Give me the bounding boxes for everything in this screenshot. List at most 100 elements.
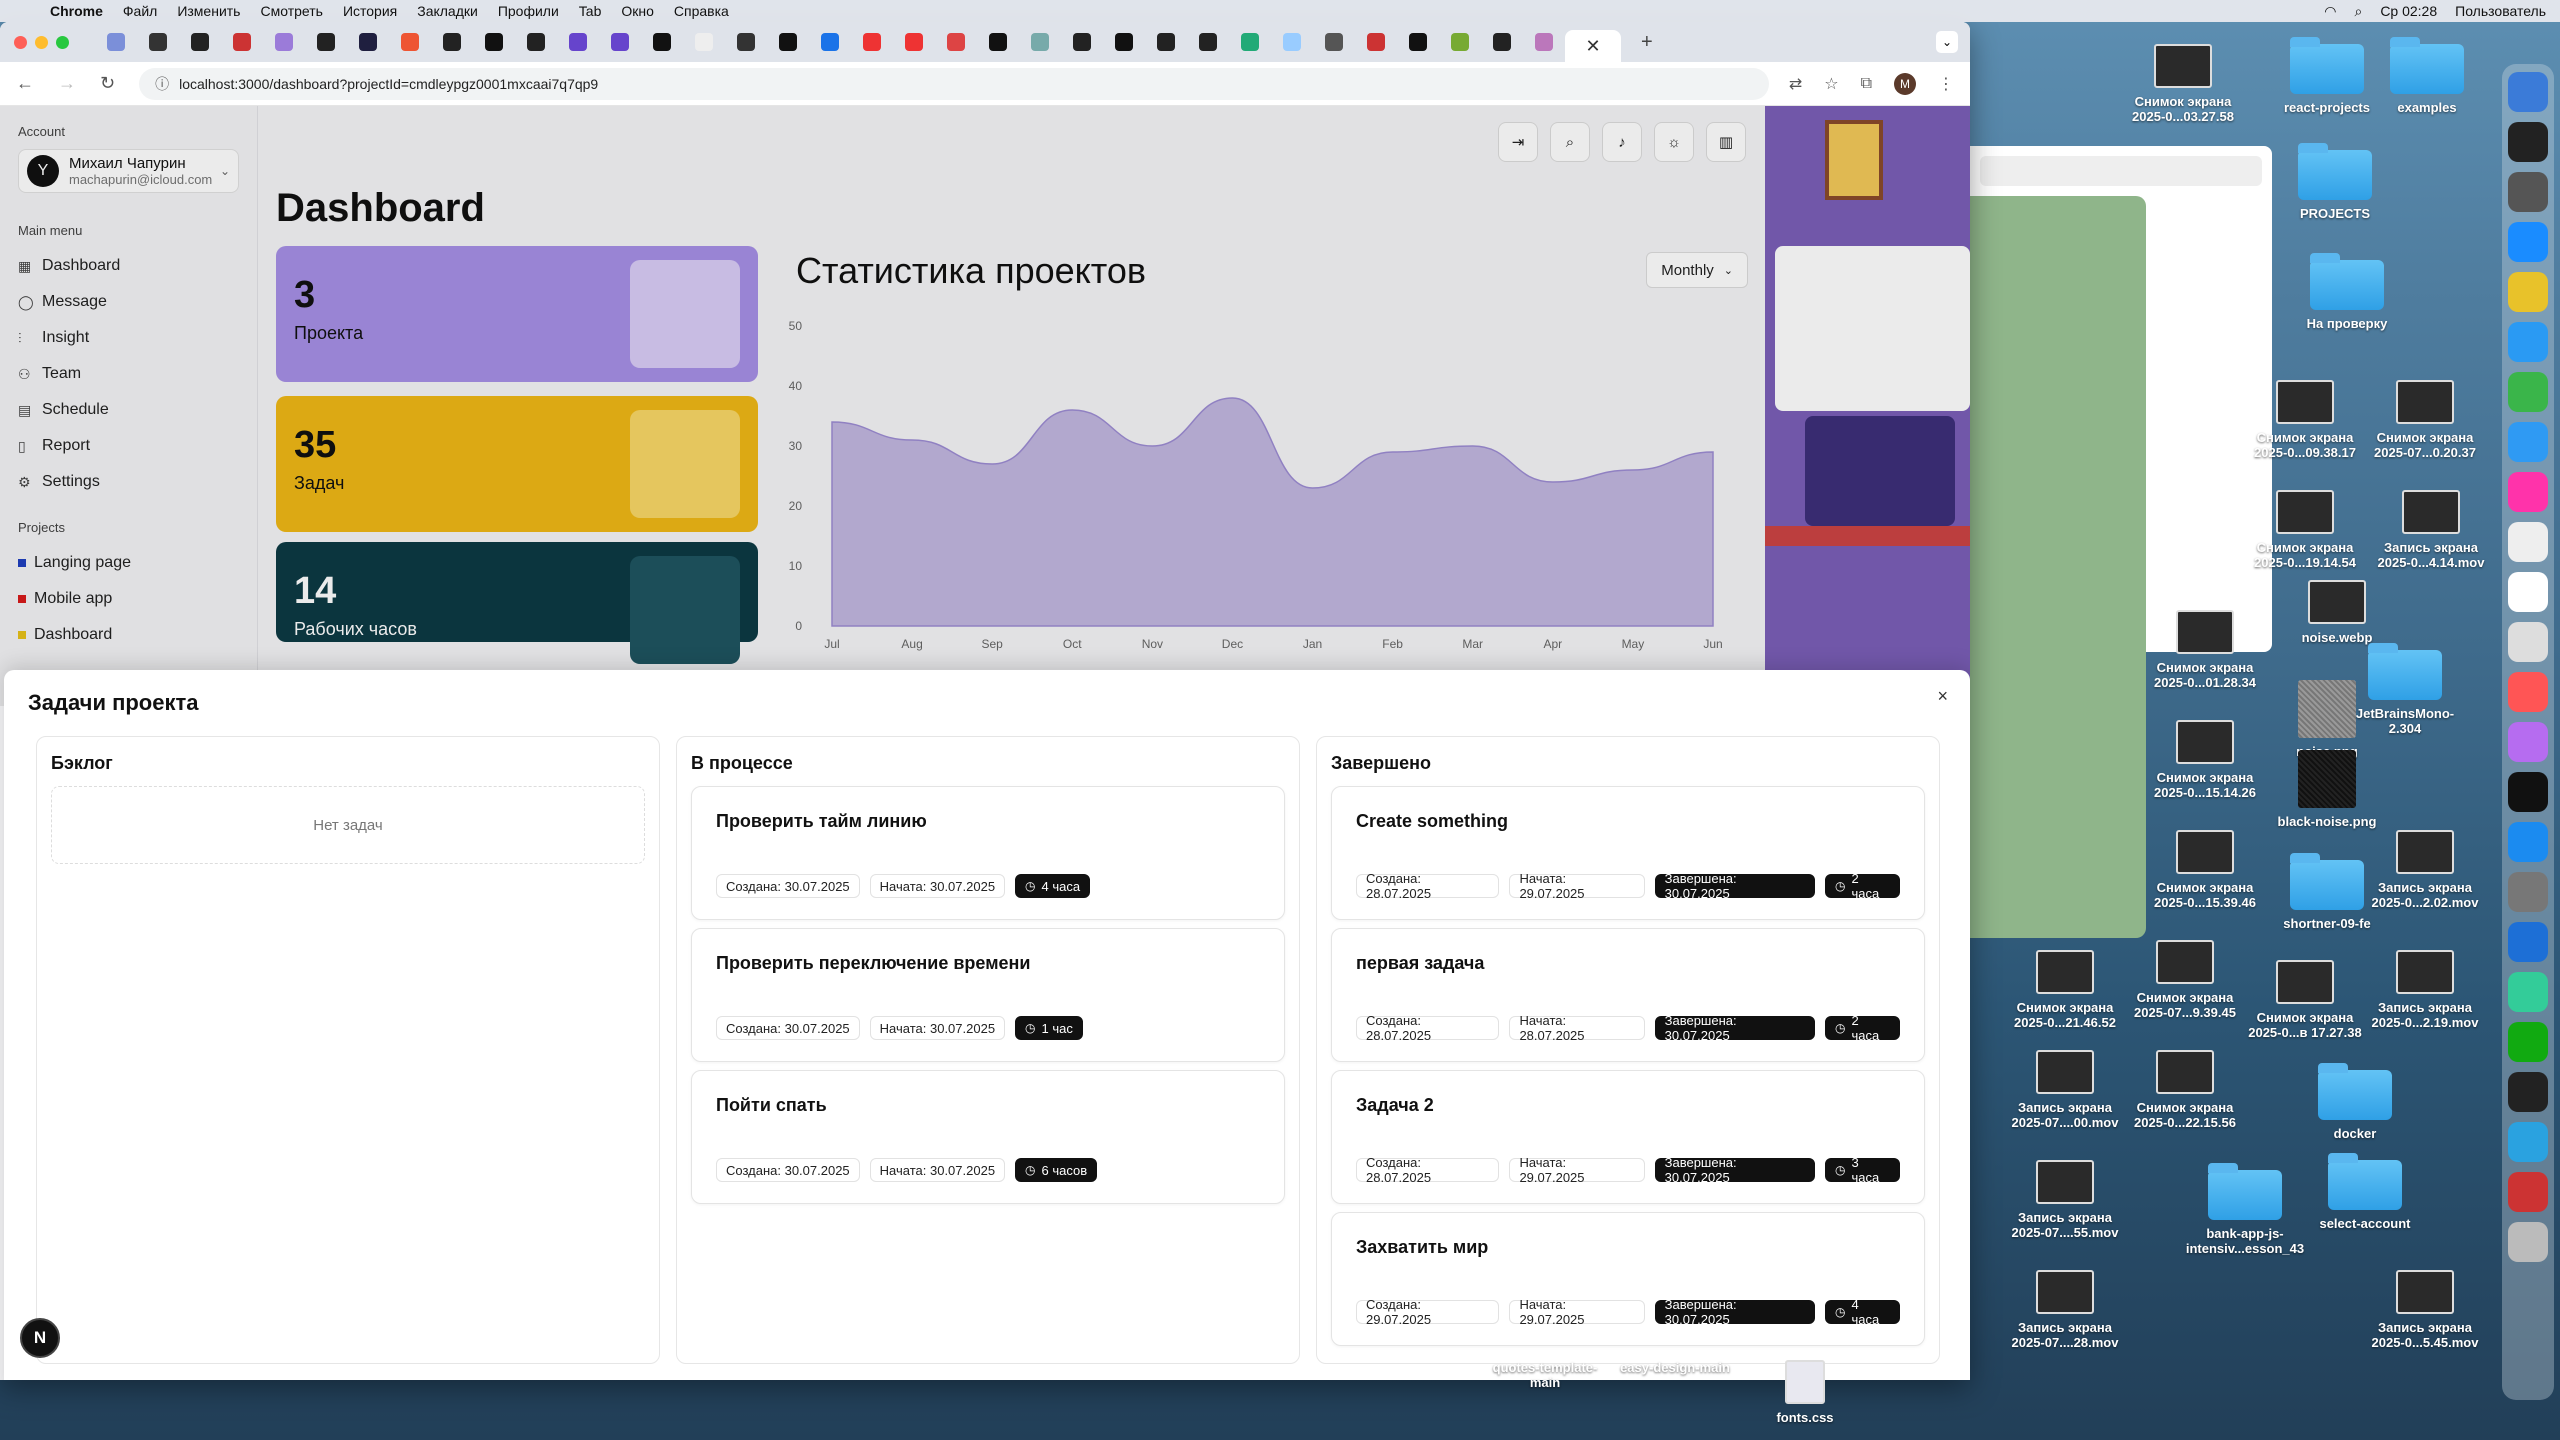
dock-app-icon[interactable] [2508, 472, 2548, 512]
desktop-icon[interactable]: Запись экрана 2025-07....55.mov [2000, 1160, 2130, 1240]
tab-favicon[interactable] [1451, 33, 1469, 51]
back-icon[interactable]: ← [16, 73, 34, 94]
menu-item[interactable]: Изменить [177, 3, 240, 19]
desktop-icon[interactable]: Запись экрана 2025-07....00.mov [2000, 1050, 2130, 1130]
dock-app-icon[interactable] [2508, 372, 2548, 412]
tab-favicon[interactable] [1409, 33, 1427, 51]
tab-favicon[interactable] [863, 33, 881, 51]
close-icon[interactable]: × [1937, 686, 1948, 707]
desktop-icon[interactable]: quotes-template-main [1480, 1360, 1610, 1390]
search-icon[interactable]: ⌕ [2354, 3, 2362, 20]
address-bar[interactable]: ⓘ localhost:3000/dashboard?projectId=cmd… [139, 67, 1769, 100]
tab-favicon[interactable] [191, 33, 209, 51]
close-window-button[interactable] [14, 35, 27, 49]
desktop-icon[interactable]: Снимок экрана 2025-0...09.38.17 [2240, 380, 2370, 460]
dock-app-icon[interactable] [2508, 922, 2548, 962]
desktop-icon[interactable]: Снимок экрана 2025-0...21.46.52 [2000, 950, 2130, 1030]
tab-favicon[interactable] [779, 33, 797, 51]
dock-app-icon[interactable] [2508, 722, 2548, 762]
desktop-icon[interactable]: Снимок экрана 2025-0...19.14.54 [2240, 490, 2370, 570]
tab-favicon[interactable] [821, 33, 839, 51]
site-info-icon[interactable]: ⓘ [155, 74, 169, 94]
menu-item[interactable]: Закладки [417, 3, 478, 19]
tab-favicon[interactable] [485, 33, 503, 51]
desktop-icon[interactable]: black-noise.png [2262, 750, 2392, 829]
task-card[interactable]: первая задача Создана: 28.07.2025 Начата: … [1331, 928, 1925, 1062]
desktop-icon[interactable]: На проверку [2282, 253, 2412, 331]
desktop-icon[interactable]: Снимок экрана 2025-0...15.14.26 [2140, 720, 2270, 800]
dock-app-icon[interactable] [2508, 772, 2548, 812]
nextjs-badge[interactable]: N [20, 1318, 60, 1358]
desktop-icon[interactable]: Запись экрана 2025-0...2.19.mov [2360, 950, 2490, 1030]
tab-favicon[interactable] [1283, 33, 1301, 51]
translate-icon[interactable]: ⇄ [1789, 74, 1802, 94]
menu-item[interactable]: Справка [674, 3, 729, 19]
active-tab[interactable]: ✕ [1565, 30, 1621, 62]
tab-favicon[interactable] [107, 33, 125, 51]
tab-favicon[interactable] [611, 33, 629, 51]
dock-app-icon[interactable] [2508, 972, 2548, 1012]
tab-favicon[interactable] [1535, 33, 1553, 51]
dock-app-icon[interactable] [2508, 622, 2548, 662]
dock-app-icon[interactable] [2508, 1122, 2548, 1162]
dock-app-icon[interactable] [2508, 1072, 2548, 1112]
tab-favicon[interactable] [359, 33, 377, 51]
menu-app-name[interactable]: Chrome [50, 3, 103, 19]
dock-app-icon[interactable] [2508, 672, 2548, 712]
tab-favicon[interactable] [569, 33, 587, 51]
desktop-icon[interactable]: Снимок экрана 2025-0...15.39.46 [2140, 830, 2270, 910]
desktop-icon[interactable]: PROJECTS [2270, 143, 2400, 221]
menu-item[interactable]: Окно [621, 3, 654, 19]
menubar-user[interactable]: Пользователь [2455, 3, 2546, 19]
desktop-icon[interactable]: Запись экрана 2025-0...2.02.mov [2360, 830, 2490, 910]
desktop-icon[interactable]: bank-app-js-intensiv...esson_43 [2180, 1163, 2310, 1256]
tab-favicon[interactable] [1031, 33, 1049, 51]
task-card[interactable]: Захватить мир Создана: 29.07.2025 Начата: … [1331, 1212, 1925, 1346]
tab-favicon[interactable] [233, 33, 251, 51]
reload-icon[interactable]: ↻ [100, 73, 115, 94]
tab-favicon[interactable] [989, 33, 1007, 51]
tab-favicon[interactable] [947, 33, 965, 51]
tab-favicon[interactable] [695, 33, 713, 51]
dock-app-icon[interactable] [2508, 172, 2548, 212]
close-tab-icon[interactable]: ✕ [1585, 36, 1600, 57]
finder-search[interactable] [1980, 156, 2262, 186]
dock-app-icon[interactable] [2508, 422, 2548, 462]
desktop-icon[interactable]: Снимок экрана 2025-07...9.39.45 [2120, 940, 2250, 1020]
profile-avatar[interactable]: M [1894, 72, 1916, 95]
new-tab-button[interactable]: + [1641, 31, 1653, 54]
dock-app-icon[interactable] [2508, 1172, 2548, 1212]
tab-favicon[interactable] [275, 33, 293, 51]
dock-app-icon[interactable] [2508, 572, 2548, 612]
dock-app-icon[interactable] [2508, 1222, 2548, 1262]
dock-app-icon[interactable] [2508, 522, 2548, 562]
desktop-icon[interactable]: Снимок экрана 2025-0...01.28.34 [2140, 610, 2270, 690]
tab-favicon[interactable] [1493, 33, 1511, 51]
tab-favicon[interactable] [1157, 33, 1175, 51]
desktop-icon[interactable]: Запись экрана 2025-0...5.45.mov [2360, 1270, 2490, 1350]
zoom-window-button[interactable] [56, 35, 69, 49]
desktop-icon[interactable]: Запись экрана 2025-0...4.14.mov [2366, 490, 2496, 570]
desktop-icon[interactable]: easy-design-main [1610, 1360, 1740, 1375]
menu-item[interactable]: История [343, 3, 397, 19]
task-card[interactable]: Create something Создана: 28.07.2025 Начат… [1331, 786, 1925, 920]
menu-item[interactable]: Профили [498, 3, 559, 19]
task-card[interactable]: Проверить тайм линию Создана: 30.07.2025 Н… [691, 786, 1285, 920]
desktop-icon[interactable]: examples [2362, 37, 2492, 115]
menu-item[interactable]: Tab [579, 3, 602, 19]
dock-app-icon[interactable] [2508, 272, 2548, 312]
tab-favicon[interactable] [443, 33, 461, 51]
dock-app-icon[interactable] [2508, 222, 2548, 262]
desktop-icon[interactable]: Снимок экрана 2025-0...22.15.56 [2120, 1050, 2250, 1130]
tab-favicon[interactable] [1073, 33, 1091, 51]
tab-favicon[interactable] [653, 33, 671, 51]
dock-app-icon[interactable] [2508, 822, 2548, 862]
task-card[interactable]: Пойти спать Создана: 30.07.2025 Начата: 30… [691, 1070, 1285, 1204]
desktop-icon[interactable]: Снимок экрана 2025-0...в 17.27.38 [2240, 960, 2370, 1040]
desktop-icon[interactable]: docker [2290, 1063, 2420, 1141]
minimize-window-button[interactable] [35, 35, 48, 49]
desktop-icon[interactable]: Снимок экрана 2025-07...0.20.37 [2360, 380, 2490, 460]
tab-search-icon[interactable]: ⌄ [1936, 31, 1958, 53]
bookmark-star-icon[interactable]: ☆ [1824, 74, 1838, 94]
task-card[interactable]: Проверить переключение времени Создана: 3… [691, 928, 1285, 1062]
